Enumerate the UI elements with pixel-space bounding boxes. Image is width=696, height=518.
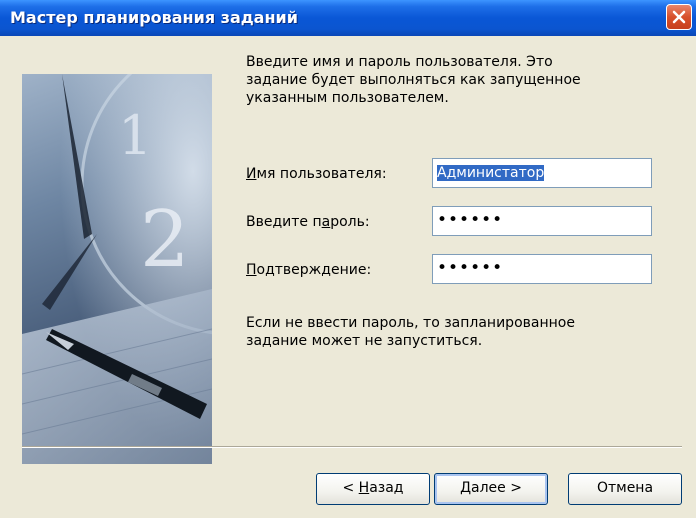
intro-line: задание будет выполняться как запущенное [246, 72, 581, 88]
intro-text: Введите имя и пароль пользователя. Это з… [246, 53, 666, 107]
clock-numeral: 1 [118, 104, 152, 167]
note-line: Если не ввести пароль, то запланированно… [246, 315, 575, 331]
wizard-illustration: 1 2 [22, 74, 212, 464]
wizard-body: 1 2 Введите имя и пароль пользователя. Э… [0, 36, 696, 518]
username-value: Администатор [437, 165, 545, 181]
next-button[interactable]: Далее > [434, 473, 548, 505]
window-title: Мастер планирования заданий [10, 8, 298, 27]
cancel-button[interactable]: Отмена [568, 473, 682, 505]
confirm-password-field[interactable]: •••••• [432, 254, 652, 284]
separator [22, 446, 682, 448]
back-button[interactable]: < Назад [316, 473, 430, 505]
intro-line: указанным пользователем. [246, 90, 449, 106]
note-text: Если не ввести пароль, то запланированно… [246, 314, 666, 350]
clock-and-pen-picture: 1 2 [22, 74, 212, 464]
clock-numeral: 2 [140, 195, 190, 285]
note-line: задание может не запуститься. [246, 333, 483, 349]
password-label: Введите пароль: [246, 214, 370, 230]
title-bar[interactable]: Мастер планирования заданий [0, 0, 696, 36]
close-button[interactable] [666, 4, 692, 30]
intro-line: Введите имя и пароль пользователя. Это [246, 54, 553, 70]
username-field[interactable]: Администатор [432, 158, 652, 188]
confirm-mask: •••••• [437, 258, 504, 278]
password-mask: •••••• [437, 210, 504, 230]
close-icon [672, 10, 686, 24]
password-field[interactable]: •••••• [432, 206, 652, 236]
confirm-label: Подтверждение: [246, 262, 372, 278]
username-label: Имя пользователя: [246, 166, 387, 182]
